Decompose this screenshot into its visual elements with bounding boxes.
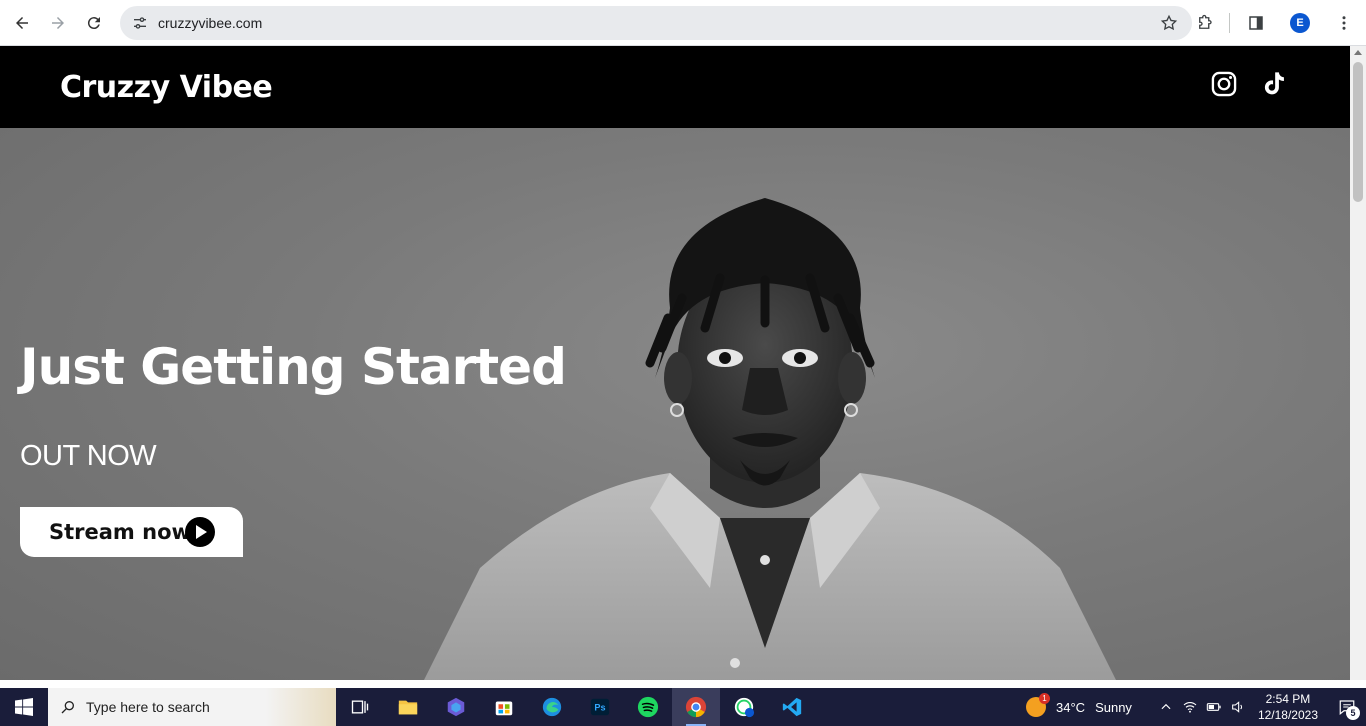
avatar: E [1290, 13, 1310, 33]
browser-right-tools: E [1179, 0, 1366, 46]
chrome-icon[interactable] [672, 688, 720, 726]
search-icon [61, 701, 74, 714]
whatsapp-chrome-icon[interactable] [720, 688, 768, 726]
back-button[interactable] [4, 5, 40, 41]
svg-text:Ps: Ps [594, 703, 605, 713]
browser-toolbar: cruzzyvibee.com E [0, 0, 1366, 46]
copilot-icon[interactable] [432, 688, 480, 726]
notification-badge: 5 [1346, 706, 1360, 720]
search-highlight-illustration [266, 688, 336, 726]
wifi-icon[interactable] [1178, 699, 1202, 715]
toolbar-divider [1229, 13, 1230, 33]
hero-section: Just Getting Started OUT NOW Stream now [0, 128, 1350, 680]
page-scrollbar[interactable] [1350, 46, 1366, 680]
start-button[interactable] [0, 688, 48, 726]
arrow-left-icon [16, 16, 28, 29]
site-header: Cruzzy Vibee [0, 46, 1350, 128]
address-bar[interactable]: cruzzyvibee.com [120, 6, 1192, 40]
forward-button[interactable] [40, 5, 76, 41]
speaker-icon[interactable] [1226, 699, 1250, 715]
scroll-up-icon[interactable] [1354, 50, 1362, 55]
artist-portrait [424, 198, 1116, 680]
puzzle-icon [1199, 14, 1212, 29]
hero-title: Just Getting Started [20, 338, 567, 396]
url-text[interactable]: cruzzyvibee.com [158, 15, 262, 31]
reload-button[interactable] [76, 5, 112, 41]
clock-date: 12/18/2023 [1257, 708, 1318, 722]
reload-icon [87, 16, 100, 29]
edge-icon[interactable] [528, 688, 576, 726]
sun-icon [1026, 693, 1051, 717]
taskbar-search[interactable]: Type here to search [48, 688, 336, 726]
file-explorer-icon[interactable] [384, 688, 432, 726]
profile-button[interactable]: E [1282, 5, 1318, 41]
scrollbar-thumb[interactable] [1353, 62, 1363, 202]
page-viewport: Cruzzy Vibee Just Getting Started OUT NO… [0, 46, 1350, 680]
extensions-button[interactable] [1187, 5, 1223, 41]
windows-taskbar: Type here to search Ps 34°C Sunny [0, 688, 1366, 726]
side-panel-button[interactable] [1238, 5, 1274, 41]
site-info-icon[interactable] [130, 13, 150, 33]
arrow-right-icon [52, 16, 64, 29]
kebab-menu-icon [1342, 16, 1346, 30]
tiktok-icon[interactable] [1260, 70, 1288, 98]
stream-now-label: Stream now [49, 520, 191, 544]
hero-subtitle: OUT NOW [20, 440, 157, 472]
bookmark-star-icon[interactable] [1160, 14, 1178, 32]
weather-temp: 34°C [1056, 699, 1086, 715]
side-panel-icon [1249, 16, 1263, 30]
store-icon[interactable] [480, 688, 528, 726]
windows-logo-icon [15, 698, 33, 716]
taskbar-clock[interactable]: 2:54 PM 12/18/2023 [1258, 691, 1318, 723]
clock-time: 2:54 PM [1265, 692, 1311, 706]
instagram-icon[interactable] [1210, 70, 1238, 98]
system-tray: 34°C Sunny 2:54 PM 12/18/2023 5 [1026, 688, 1366, 726]
task-view-icon[interactable] [336, 688, 384, 726]
search-placeholder: Type here to search [86, 699, 210, 715]
photoshop-icon[interactable]: Ps [576, 688, 624, 726]
battery-icon[interactable] [1202, 699, 1226, 715]
notification-center-button[interactable]: 5 [1328, 688, 1366, 726]
chevron-up-icon[interactable] [1154, 700, 1178, 714]
menu-button[interactable] [1326, 5, 1362, 41]
stream-now-button[interactable]: Stream now [20, 507, 243, 557]
spotify-icon[interactable] [624, 688, 672, 726]
play-icon [185, 517, 215, 547]
weather-widget[interactable]: 34°C Sunny [1026, 693, 1132, 717]
weather-text: Sunny [1095, 699, 1132, 715]
site-logo[interactable]: Cruzzy Vibee [60, 70, 273, 105]
vscode-icon[interactable] [768, 688, 816, 726]
